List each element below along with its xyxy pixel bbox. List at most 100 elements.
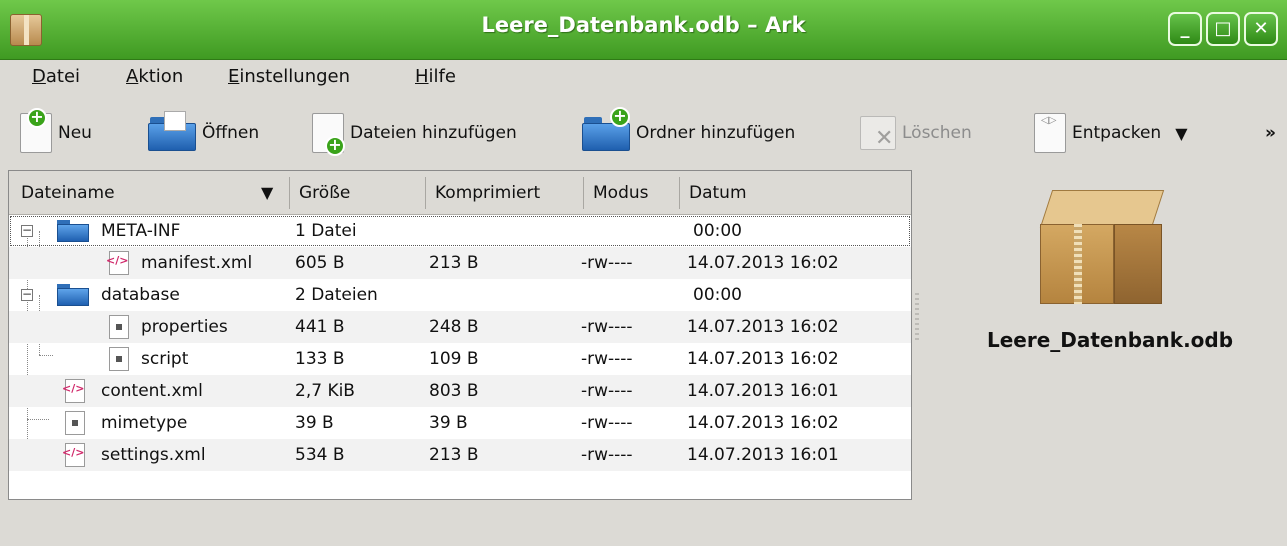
cell-name: properties xyxy=(141,317,228,337)
cell-size: 534 B xyxy=(295,445,345,465)
cell-name: mimetype xyxy=(101,413,188,433)
pane-splitter[interactable] xyxy=(913,290,921,370)
table-row[interactable]: manifest.xml 605 B 213 B -rw---- 14.07.2… xyxy=(9,247,911,279)
cell-name: database xyxy=(101,285,180,305)
cell-mode: -rw---- xyxy=(581,349,633,369)
cell-date: 14.07.2013 16:01 xyxy=(687,445,839,465)
add-files-label: Dateien hinzufügen xyxy=(350,123,517,143)
table-row[interactable]: − database 2 Dateien 00:00 xyxy=(9,279,911,311)
new-document-icon: + xyxy=(20,108,52,153)
extract-dropdown-icon[interactable]: ▼ xyxy=(1175,124,1187,143)
cell-size: 2 Dateien xyxy=(295,285,378,305)
xml-file-icon xyxy=(106,251,129,275)
window-title: Leere_Datenbank.odb – Ark xyxy=(481,13,806,37)
delete-label: Löschen xyxy=(902,123,972,143)
menu-aktion[interactable]: Aktion xyxy=(126,66,183,87)
xml-file-icon xyxy=(62,379,85,403)
cell-name: settings.xml xyxy=(101,445,206,465)
delete-button[interactable]: ✕ Löschen xyxy=(860,110,972,156)
new-label: Neu xyxy=(58,123,92,143)
collapse-icon[interactable]: − xyxy=(21,288,33,301)
binary-file-icon xyxy=(65,411,85,435)
close-button[interactable]: ✕ xyxy=(1244,12,1278,46)
cell-mode: -rw---- xyxy=(581,253,633,273)
cell-size: 605 B xyxy=(295,253,345,273)
sort-chevron-down-icon[interactable]: ▼ xyxy=(261,171,273,215)
cell-date: 14.07.2013 16:02 xyxy=(687,413,839,433)
cell-name: content.xml xyxy=(101,381,203,401)
open-button[interactable]: Öffnen xyxy=(148,110,259,156)
cell-name: script xyxy=(141,349,189,369)
cell-compressed: 213 B xyxy=(429,445,479,465)
minimize-icon: _ xyxy=(1180,18,1190,39)
cell-date: 14.07.2013 16:02 xyxy=(687,253,839,273)
collapse-icon[interactable]: − xyxy=(21,224,33,237)
col-header-size[interactable]: Größe xyxy=(299,171,350,215)
menu-hilfe[interactable]: Hilfe xyxy=(415,66,456,87)
title-bar[interactable]: Leere_Datenbank.odb – Ark _ □ ✕ xyxy=(0,0,1287,60)
extract-icon: ◁▷ xyxy=(1034,113,1066,153)
cell-compressed: 109 B xyxy=(429,349,479,369)
add-folder-label: Ordner hinzufügen xyxy=(636,123,796,143)
col-header-compressed[interactable]: Komprimiert xyxy=(435,171,540,215)
cell-size: 1 Datei xyxy=(295,221,357,241)
table-row[interactable]: − META-INF 1 Datei 00:00 xyxy=(9,215,911,247)
table-row[interactable]: script 133 B 109 B -rw---- 14.07.2013 16… xyxy=(9,343,911,375)
binary-file-icon xyxy=(109,315,129,339)
cell-compressed: 803 B xyxy=(429,381,479,401)
menu-bar: Datei Aktion Einstellungen Hilfe xyxy=(0,60,1287,98)
toolbar: + Neu Öffnen + Dateien hinzufügen + Ordn… xyxy=(0,98,1287,168)
cell-name: manifest.xml xyxy=(141,253,253,273)
mnemonic: D xyxy=(32,66,46,87)
table-row[interactable]: content.xml 2,7 KiB 803 B -rw---- 14.07.… xyxy=(9,375,911,407)
archive-file-tree[interactable]: Dateiname ▼ Größe Komprimiert Modus Datu… xyxy=(8,170,912,500)
close-icon: ✕ xyxy=(1253,18,1269,39)
cell-compressed: 39 B xyxy=(429,413,468,433)
cell-compressed: 248 B xyxy=(429,317,479,337)
table-row[interactable]: mimetype 39 B 39 B -rw---- 14.07.2013 16… xyxy=(9,407,911,439)
cell-name: META-INF xyxy=(101,221,181,241)
minimize-button[interactable]: _ xyxy=(1168,12,1202,46)
mnemonic: H xyxy=(415,66,429,87)
toolbar-overflow-button[interactable]: » xyxy=(1265,110,1276,156)
menu-datei[interactable]: Datei xyxy=(32,66,80,87)
cell-compressed: 213 B xyxy=(429,253,479,273)
archive-name-label: Leere_Datenbank.odb xyxy=(986,328,1234,352)
archive-package-icon xyxy=(1039,190,1165,306)
cell-size: 133 B xyxy=(295,349,345,369)
add-folder-button[interactable]: + Ordner hinzufügen xyxy=(582,107,796,156)
table-header: Dateiname ▼ Größe Komprimiert Modus Datu… xyxy=(9,171,911,215)
cell-date: 14.07.2013 16:01 xyxy=(687,381,839,401)
menu-einstellungen[interactable]: Einstellungen xyxy=(228,66,350,87)
open-label: Öffnen xyxy=(202,123,260,143)
col-header-mode[interactable]: Modus xyxy=(593,171,649,215)
menu-label: atei xyxy=(45,66,81,87)
cell-mode: -rw---- xyxy=(581,381,633,401)
extract-button[interactable]: ◁▷ Entpacken ▼ xyxy=(1034,110,1188,156)
cell-size: 39 B xyxy=(295,413,334,433)
add-folder-icon: + xyxy=(582,107,630,151)
menu-label: instellungen xyxy=(239,66,351,87)
table-row[interactable]: settings.xml 534 B 213 B -rw---- 14.07.2… xyxy=(9,439,911,471)
new-button[interactable]: + Neu xyxy=(20,108,92,156)
col-header-date[interactable]: Datum xyxy=(689,171,747,215)
xml-file-icon xyxy=(62,443,85,467)
cell-size: 2,7 KiB xyxy=(295,381,355,401)
cell-mode: -rw---- xyxy=(581,413,633,433)
cell-date: 14.07.2013 16:02 xyxy=(687,349,839,369)
mnemonic: E xyxy=(228,66,240,87)
cell-mode: -rw---- xyxy=(581,445,633,465)
col-header-filename[interactable]: Dateiname xyxy=(21,171,115,215)
cell-date: 14.07.2013 16:02 xyxy=(687,317,839,337)
extract-label: Entpacken xyxy=(1072,123,1162,143)
maximize-button[interactable]: □ xyxy=(1206,12,1240,46)
folder-icon xyxy=(57,284,89,306)
cell-mode: -rw---- xyxy=(581,317,633,337)
maximize-icon: □ xyxy=(1214,18,1232,39)
table-row[interactable]: properties 441 B 248 B -rw---- 14.07.201… xyxy=(9,311,911,343)
menu-label: ktion xyxy=(138,66,184,87)
binary-file-icon xyxy=(109,347,129,371)
open-folder-icon xyxy=(148,111,196,151)
menu-label: ilfe xyxy=(428,66,456,87)
add-files-button[interactable]: + Dateien hinzufügen xyxy=(312,110,517,156)
